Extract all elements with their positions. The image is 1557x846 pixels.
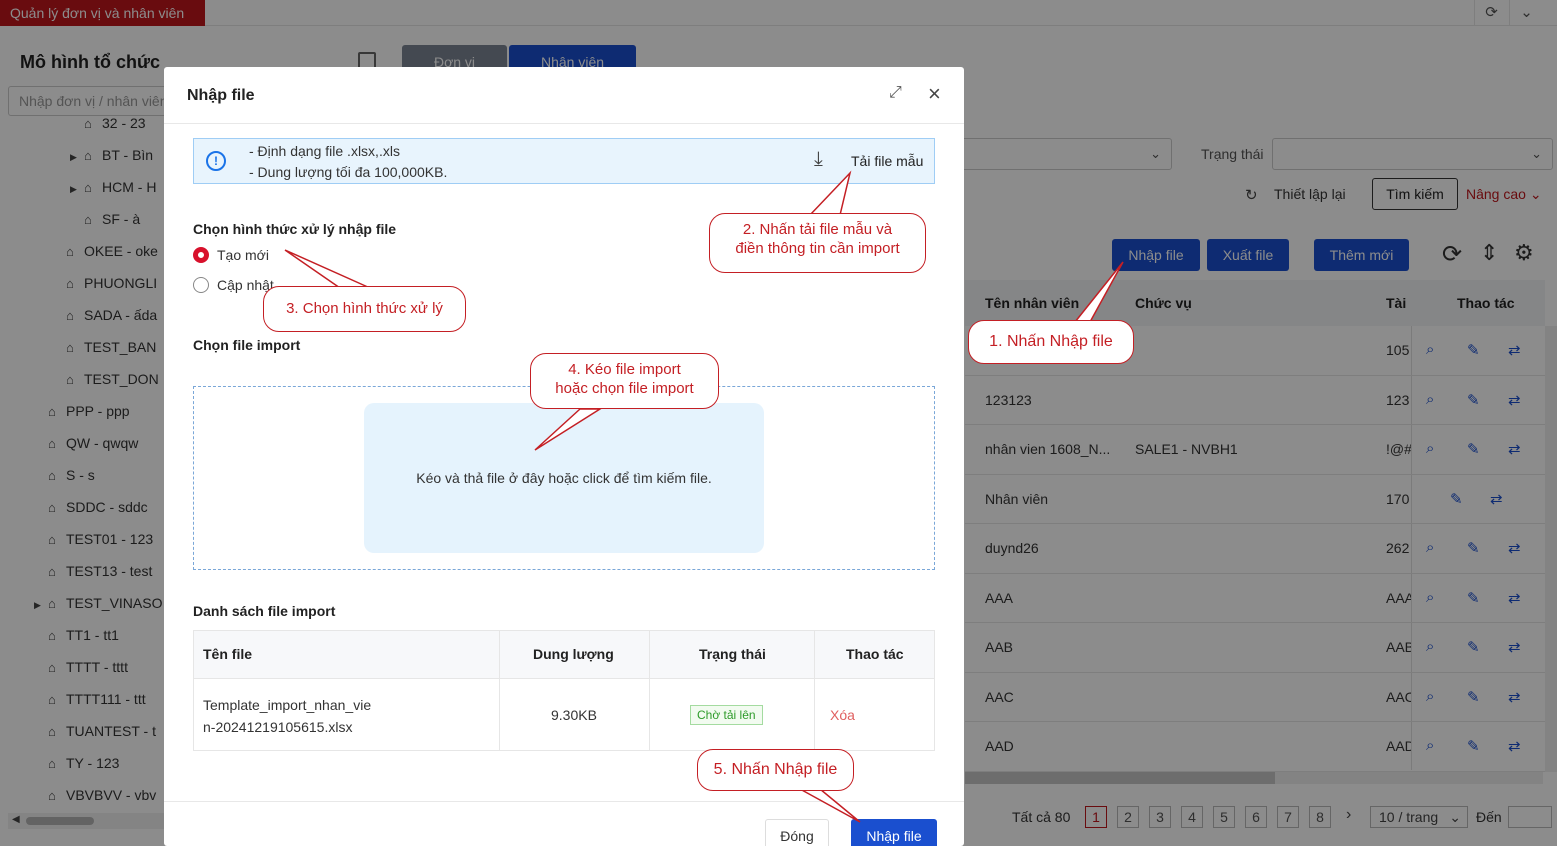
- callout-step1: 1. Nhấn Nhập file: [968, 320, 1134, 364]
- callout-step4-line1: 4. Kéo file import: [568, 361, 681, 378]
- callout-step5: 5. Nhấn Nhập file: [697, 749, 854, 791]
- callout-step4: 4. Kéo file import hoặc chọn file import: [530, 353, 719, 409]
- callout-step4-line2: hoặc chọn file import: [555, 380, 694, 397]
- callout-step2-line1: 2. Nhấn tải file mẫu và: [742, 221, 893, 238]
- callout-step3: 3. Chọn hình thức xử lý: [263, 286, 466, 332]
- callout-step2-line2: điền thông tin cần import: [735, 240, 900, 257]
- callout-pointers: [284, 170, 1124, 823]
- callout-step2: 2. Nhấn tải file mẫu và điền thông tin cầ…: [709, 213, 926, 273]
